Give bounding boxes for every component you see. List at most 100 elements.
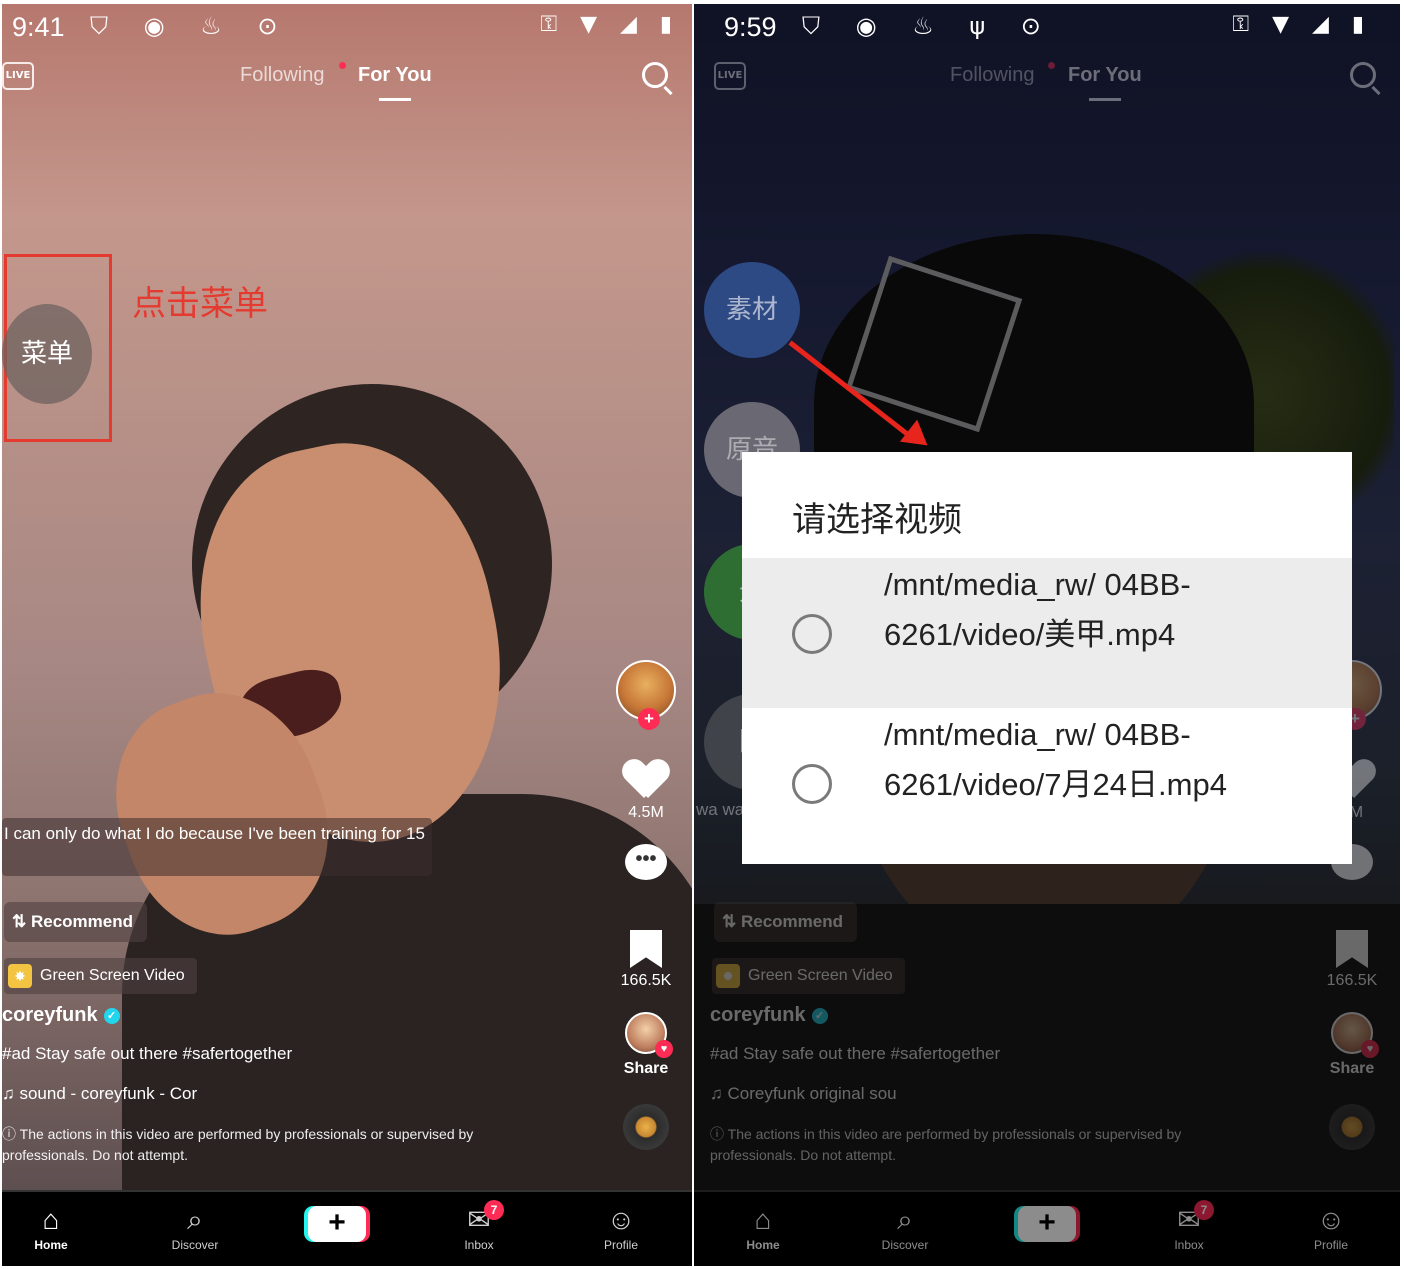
verified-icon: ✓: [811, 1007, 828, 1024]
username-text: coreyfunk: [710, 1004, 806, 1026]
sound-disc-icon[interactable]: [623, 1104, 669, 1150]
recommend-button[interactable]: ⇅ Recommend: [4, 902, 147, 942]
video-option-path: /mnt/media_rw/ 04BB-6261/video/美甲.mp4: [884, 567, 1191, 652]
tab-following[interactable]: Following: [950, 64, 1034, 87]
tab-profile[interactable]: ☺ Profile: [1286, 1202, 1376, 1252]
tab-for-you[interactable]: For You: [1068, 64, 1142, 87]
profile-icon: ☺: [1316, 1204, 1346, 1235]
sound-info[interactable]: ♫ sound - coreyfunk - Cor: [2, 1084, 197, 1104]
effect-icon: ✸: [716, 963, 740, 988]
video-option-path: /mnt/media_rw/ 04BB-6261/video/7月24日.mp4: [884, 717, 1227, 802]
share-heart-icon: ♥: [1361, 1040, 1379, 1058]
live-icon[interactable]: LIVE: [714, 62, 746, 90]
tab-for-you[interactable]: For You: [358, 64, 432, 87]
discover-search-icon: ⌕: [897, 1204, 913, 1235]
active-tab-underline: [379, 98, 411, 101]
effect-label: Green Screen Video: [40, 967, 185, 984]
video-option[interactable]: /mnt/media_rw/ 04BB-6261/video/7月24日.mp4: [742, 708, 1352, 858]
status-time: 9:41: [12, 12, 65, 42]
effect-icon: ✸: [8, 963, 32, 988]
status-time: 9:59: [724, 12, 777, 42]
bookmark-count: 166.5K: [620, 972, 672, 989]
tab-discover-label: Discover: [171, 1238, 219, 1252]
create-button[interactable]: +: [1018, 1206, 1076, 1242]
tab-profile[interactable]: ☺ Profile: [576, 1202, 666, 1252]
status-bar: 9:41 ⛉ ◉ ♨ ⊙ ⚿ ▼ ◢ ▮: [2, 4, 692, 52]
inbox-icon: ✉: [1177, 1204, 1201, 1235]
tab-discover[interactable]: ⌕ Discover: [860, 1202, 950, 1252]
video-progress-bar[interactable]: [694, 1190, 1400, 1192]
sound-disc-icon[interactable]: [1329, 1104, 1375, 1150]
top-nav: LIVE Following For You: [2, 52, 692, 108]
tab-home[interactable]: ⌂ Home: [6, 1202, 96, 1252]
status-bar: 9:59 ⛉ ◉ ♨ ψ ⊙ ⚿ ▼ ◢ ▮: [694, 4, 1400, 52]
bottom-tab-bar: ⌂ Home ⌕ Discover + ✉ 7 Inbox ☺ Profile: [694, 1190, 1400, 1266]
username-text: coreyfunk: [2, 1004, 98, 1026]
video-description: #ad Stay safe out there #safertogether: [2, 1044, 293, 1063]
following-notification-dot: [1048, 62, 1055, 69]
tab-discover[interactable]: ⌕ Discover: [150, 1202, 240, 1252]
tab-profile-label: Profile: [603, 1238, 638, 1252]
tab-inbox[interactable]: ✉ 7 Inbox: [434, 1200, 524, 1252]
bottom-tab-bar: ⌂ Home ⌕ Discover + ✉ 7 Inbox ☺ Profile: [2, 1190, 692, 1266]
radio-button[interactable]: [792, 764, 832, 804]
tab-inbox[interactable]: ✉ 7 Inbox: [1144, 1200, 1234, 1252]
bookmark-icon[interactable]: [630, 930, 662, 968]
notification-icons: ⛉ ◉ ♨ ⊙: [90, 12, 292, 40]
material-button[interactable]: 素材: [704, 262, 800, 358]
tab-home-label: Home: [746, 1238, 780, 1252]
bookmark-count: 166.5K: [1326, 972, 1378, 989]
inbox-badge: 7: [1194, 1200, 1214, 1220]
tab-home[interactable]: ⌂ Home: [718, 1202, 808, 1252]
following-notification-dot: [339, 62, 346, 69]
create-button[interactable]: +: [308, 1206, 366, 1242]
tab-inbox-label: Inbox: [464, 1238, 494, 1252]
radio-button[interactable]: [792, 614, 832, 654]
like-heart-icon[interactable]: [624, 760, 668, 800]
tab-discover-label: Discover: [881, 1238, 929, 1252]
sound-info[interactable]: ♫ Coreyfunk original sou: [710, 1084, 897, 1104]
bookmark-icon[interactable]: [1336, 930, 1368, 968]
annotation-instruction: 点击菜单: [132, 284, 268, 324]
inbox-icon: ✉: [467, 1204, 491, 1235]
effect-label: Green Screen Video: [748, 967, 893, 984]
tab-profile-label: Profile: [1313, 1238, 1348, 1252]
effect-chip[interactable]: ✸ Green Screen Video: [712, 958, 905, 994]
search-icon[interactable]: [1350, 62, 1376, 88]
safety-warning: ⓘ The actions in this video are performe…: [2, 1126, 474, 1163]
video-option[interactable]: /mnt/media_rw/ 04BB-6261/video/美甲.mp4: [742, 558, 1352, 708]
right-phone-screen: 9:59 ⛉ ◉ ♨ ψ ⊙ ⚿ ▼ ◢ ▮ LIVE Following Fo…: [694, 4, 1400, 1266]
top-nav: LIVE Following For You: [694, 52, 1400, 108]
author-username[interactable]: coreyfunk ✓: [2, 1004, 120, 1027]
profile-icon: ☺: [606, 1204, 636, 1235]
dialog-title: 请选择视频: [792, 500, 962, 540]
left-phone-screen: 9:41 ⛉ ◉ ♨ ⊙ ⚿ ▼ ◢ ▮ LIVE Following For …: [2, 4, 692, 1266]
share-label[interactable]: Share: [1320, 1060, 1384, 1078]
author-avatar[interactable]: +: [616, 660, 676, 730]
effect-chip[interactable]: ✸ Green Screen Video: [4, 958, 197, 994]
system-icons: ⚿ ▼ ◢ ▮: [1232, 12, 1372, 37]
active-tab-underline: [1089, 98, 1121, 101]
follow-plus-icon[interactable]: +: [638, 708, 660, 730]
inbox-badge: 7: [484, 1200, 504, 1220]
menu-button[interactable]: 菜单: [2, 304, 92, 404]
video-progress-bar[interactable]: [2, 1190, 692, 1192]
share-avatar[interactable]: ♥: [1331, 1012, 1379, 1058]
share-avatar[interactable]: ♥: [625, 1012, 673, 1058]
notification-icons: ⛉ ◉ ♨ ψ ⊙: [802, 12, 1055, 40]
video-description: #ad Stay safe out there #safertogether: [710, 1044, 1001, 1063]
comment-icon[interactable]: •••: [625, 844, 667, 880]
discover-search-icon: ⌕: [187, 1204, 203, 1235]
search-icon[interactable]: [642, 62, 668, 88]
video-caption: I can only do what I do because I've bee…: [2, 818, 432, 876]
tab-following[interactable]: Following: [240, 64, 324, 87]
select-video-dialog: 请选择视频 /mnt/media_rw/ 04BB-6261/video/美甲.…: [742, 452, 1352, 864]
system-icons: ⚿ ▼ ◢ ▮: [540, 12, 680, 37]
live-icon[interactable]: LIVE: [2, 62, 34, 90]
tab-home-label: Home: [34, 1238, 68, 1252]
home-icon: ⌂: [754, 1204, 772, 1235]
author-username[interactable]: coreyfunk ✓: [710, 1004, 828, 1027]
share-label[interactable]: Share: [614, 1060, 678, 1078]
verified-icon: ✓: [103, 1007, 120, 1024]
recommend-button[interactable]: ⇅ Recommend: [714, 902, 857, 942]
